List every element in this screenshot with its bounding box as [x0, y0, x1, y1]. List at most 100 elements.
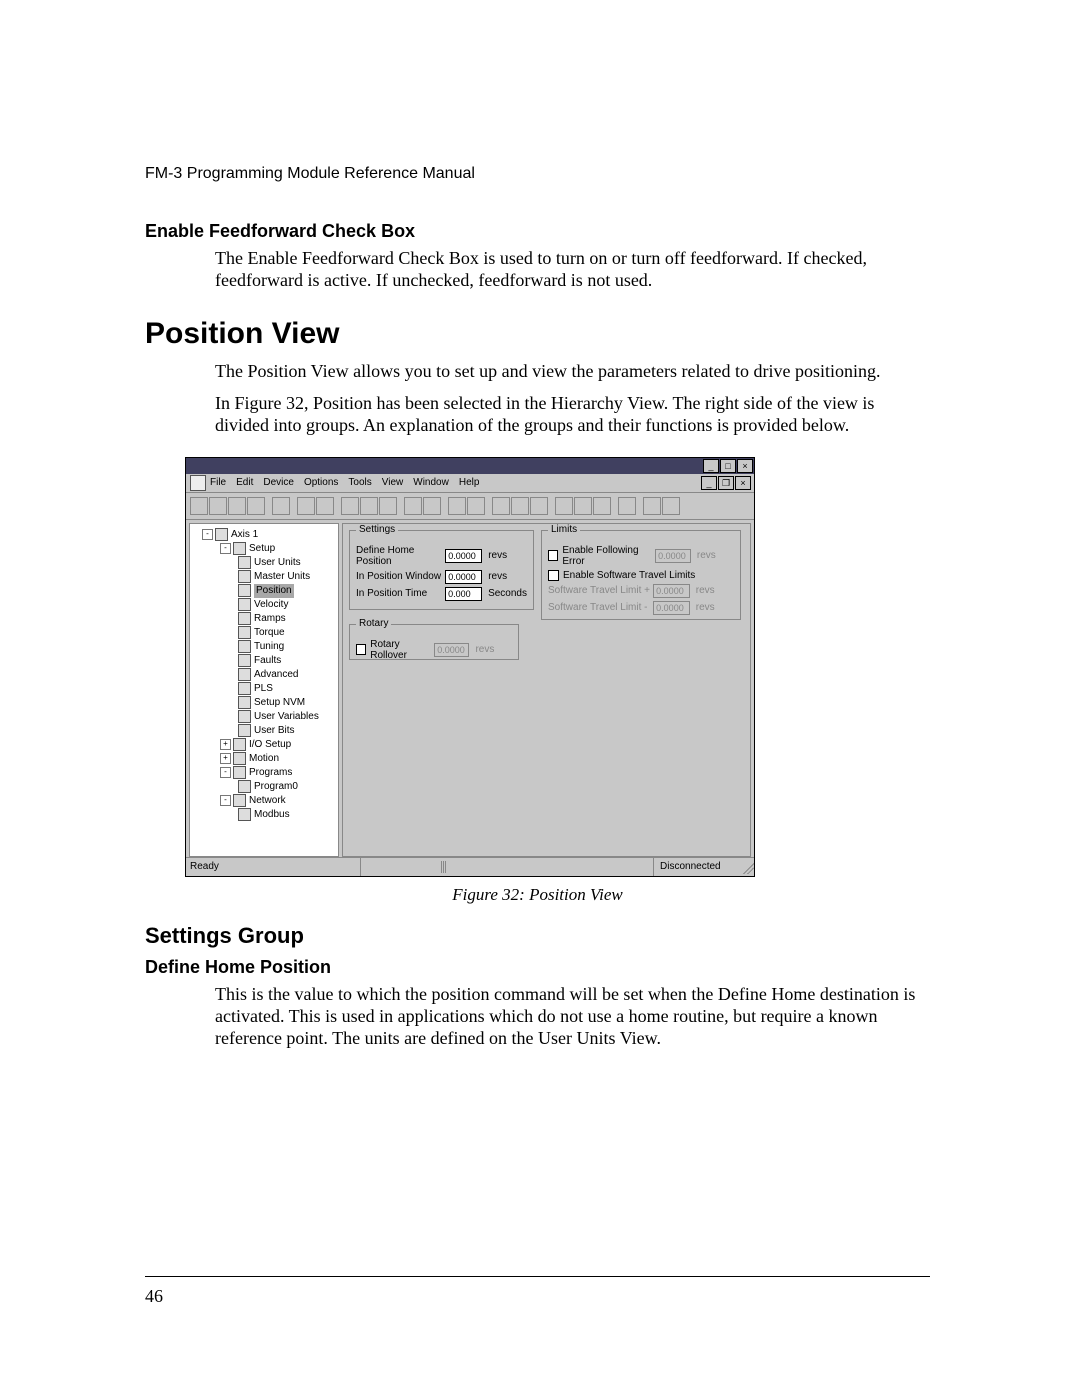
- status-splitter[interactable]: [441, 861, 447, 873]
- outer-titlebar: _ □ ×: [186, 458, 754, 474]
- menu-options[interactable]: Options: [304, 477, 338, 488]
- toolbar-button-17[interactable]: [530, 497, 548, 515]
- tree-node-user-variables[interactable]: User Variables: [192, 710, 336, 724]
- intro-p2: In Figure 32, Position has been selected…: [215, 393, 930, 437]
- software-limit-plus-input: 0.0000: [653, 584, 690, 598]
- mdi-close-button[interactable]: ×: [735, 476, 751, 490]
- rotary-rollover-unit: revs: [475, 644, 512, 655]
- node-icon: [238, 556, 251, 569]
- mdi-restore-button[interactable]: ❐: [718, 476, 734, 490]
- toolbar-button-14[interactable]: [467, 497, 485, 515]
- software-limit-minus-unit: revs: [696, 602, 734, 613]
- rotary-rollover-checkbox[interactable]: [356, 644, 366, 655]
- in-position-time-label: In Position Time: [356, 588, 445, 599]
- status-ready: Ready: [186, 858, 361, 876]
- tree-node-axis1[interactable]: -Axis 1: [192, 528, 336, 542]
- motion-icon: [233, 752, 246, 765]
- software-limit-minus-input: 0.0000: [653, 601, 690, 615]
- toolbar-open-button[interactable]: [209, 497, 227, 515]
- in-position-window-input[interactable]: 0.0000: [445, 570, 482, 584]
- resize-grip-icon[interactable]: [740, 860, 754, 874]
- window-close-button[interactable]: ×: [737, 459, 753, 473]
- intro-p1: The Position View allows you to set up a…: [215, 361, 930, 383]
- toolbar-upload-button[interactable]: [297, 497, 315, 515]
- toolbar-button-20[interactable]: [593, 497, 611, 515]
- page-number: 46: [145, 1286, 163, 1307]
- menu-view[interactable]: View: [382, 477, 404, 488]
- toolbar-button-13[interactable]: [448, 497, 466, 515]
- tree-node-position[interactable]: Position: [192, 584, 336, 598]
- tree-node-advanced[interactable]: Advanced: [192, 668, 336, 682]
- node-icon: [238, 696, 251, 709]
- tree-node-program0[interactable]: Program0: [192, 780, 336, 794]
- toolbar-button-5[interactable]: [272, 497, 290, 515]
- node-icon: [238, 654, 251, 667]
- toolbar-button-21[interactable]: [618, 497, 636, 515]
- program-icon: [238, 780, 251, 793]
- toolbar-whatsthis-button[interactable]: [662, 497, 680, 515]
- tree-node-network[interactable]: -Network: [192, 794, 336, 808]
- toolbar-button-8[interactable]: [341, 497, 359, 515]
- tree-node-ramps[interactable]: Ramps: [192, 612, 336, 626]
- tree-node-io-setup[interactable]: +I/O Setup: [192, 738, 336, 752]
- toolbar-stop-button[interactable]: [574, 497, 592, 515]
- enable-software-limits-checkbox[interactable]: [548, 570, 559, 581]
- node-icon: [238, 612, 251, 625]
- enable-software-limits-label: Enable Software Travel Limits: [563, 570, 695, 581]
- home-position-input[interactable]: 0.0000: [445, 549, 482, 563]
- home-position-label: Define Home Position: [356, 545, 445, 567]
- toolbar-help-button[interactable]: [643, 497, 661, 515]
- toolbar-button-11[interactable]: [404, 497, 422, 515]
- tree-node-user-bits[interactable]: User Bits: [192, 724, 336, 738]
- menu-tools[interactable]: Tools: [348, 477, 371, 488]
- menu-file[interactable]: File: [210, 477, 226, 488]
- doc-header: FM-3 Programming Module Reference Manual: [145, 165, 930, 183]
- toolbar-button-12[interactable]: [423, 497, 441, 515]
- menu-edit[interactable]: Edit: [236, 477, 253, 488]
- toolbar-button-10[interactable]: [379, 497, 397, 515]
- node-icon: [238, 710, 251, 723]
- menu-device[interactable]: Device: [263, 477, 294, 488]
- footer-rule: [145, 1276, 930, 1277]
- in-position-window-label: In Position Window: [356, 571, 445, 582]
- tree-node-faults[interactable]: Faults: [192, 654, 336, 668]
- toolbar-save-button[interactable]: [228, 497, 246, 515]
- tree-node-setup[interactable]: -Setup: [192, 542, 336, 556]
- in-position-time-input[interactable]: 0.000: [445, 587, 482, 601]
- toolbar-button-16[interactable]: [511, 497, 529, 515]
- tree-node-setup-nvm[interactable]: Setup NVM: [192, 696, 336, 710]
- hierarchy-tree[interactable]: -Axis 1 -Setup User Units Master Units P…: [189, 523, 339, 857]
- network-icon: [233, 794, 246, 807]
- tree-node-pls[interactable]: PLS: [192, 682, 336, 696]
- enable-following-error-checkbox[interactable]: [548, 550, 558, 561]
- group-settings-title: Settings: [356, 524, 398, 535]
- in-position-time-unit: Seconds: [488, 588, 527, 599]
- tree-node-user-units[interactable]: User Units: [192, 556, 336, 570]
- toolbar-download-button[interactable]: [316, 497, 334, 515]
- tree-node-tuning[interactable]: Tuning: [192, 640, 336, 654]
- tree-node-master-units[interactable]: Master Units: [192, 570, 336, 584]
- tree-node-velocity[interactable]: Velocity: [192, 598, 336, 612]
- tree-node-torque[interactable]: Torque: [192, 626, 336, 640]
- setup-icon: [233, 542, 246, 555]
- window-minimize-button[interactable]: _: [703, 459, 719, 473]
- group-limits: Limits Enable Following Error 0.0000 rev…: [541, 530, 741, 620]
- toolbar-new-button[interactable]: [190, 497, 208, 515]
- toolbar-button-15[interactable]: [492, 497, 510, 515]
- subsection-define-home-body: This is the value to which the position …: [215, 984, 930, 1050]
- toolbar-button-18[interactable]: [555, 497, 573, 515]
- menu-window[interactable]: Window: [413, 477, 449, 488]
- toolbar-button-9[interactable]: [360, 497, 378, 515]
- menu-help[interactable]: Help: [459, 477, 480, 488]
- subsection-define-home-title: Define Home Position: [145, 957, 930, 978]
- rotary-rollover-input: 0.0000: [434, 643, 469, 657]
- node-icon: [238, 668, 251, 681]
- toolbar-print-button[interactable]: [247, 497, 265, 515]
- status-connection: Disconnected: [654, 861, 740, 872]
- tree-node-motion[interactable]: +Motion: [192, 752, 336, 766]
- tree-node-modbus[interactable]: Modbus: [192, 808, 336, 822]
- window-maximize-button[interactable]: □: [720, 459, 736, 473]
- tree-node-programs[interactable]: -Programs: [192, 766, 336, 780]
- home-position-unit: revs: [488, 550, 527, 561]
- mdi-minimize-button[interactable]: _: [701, 476, 717, 490]
